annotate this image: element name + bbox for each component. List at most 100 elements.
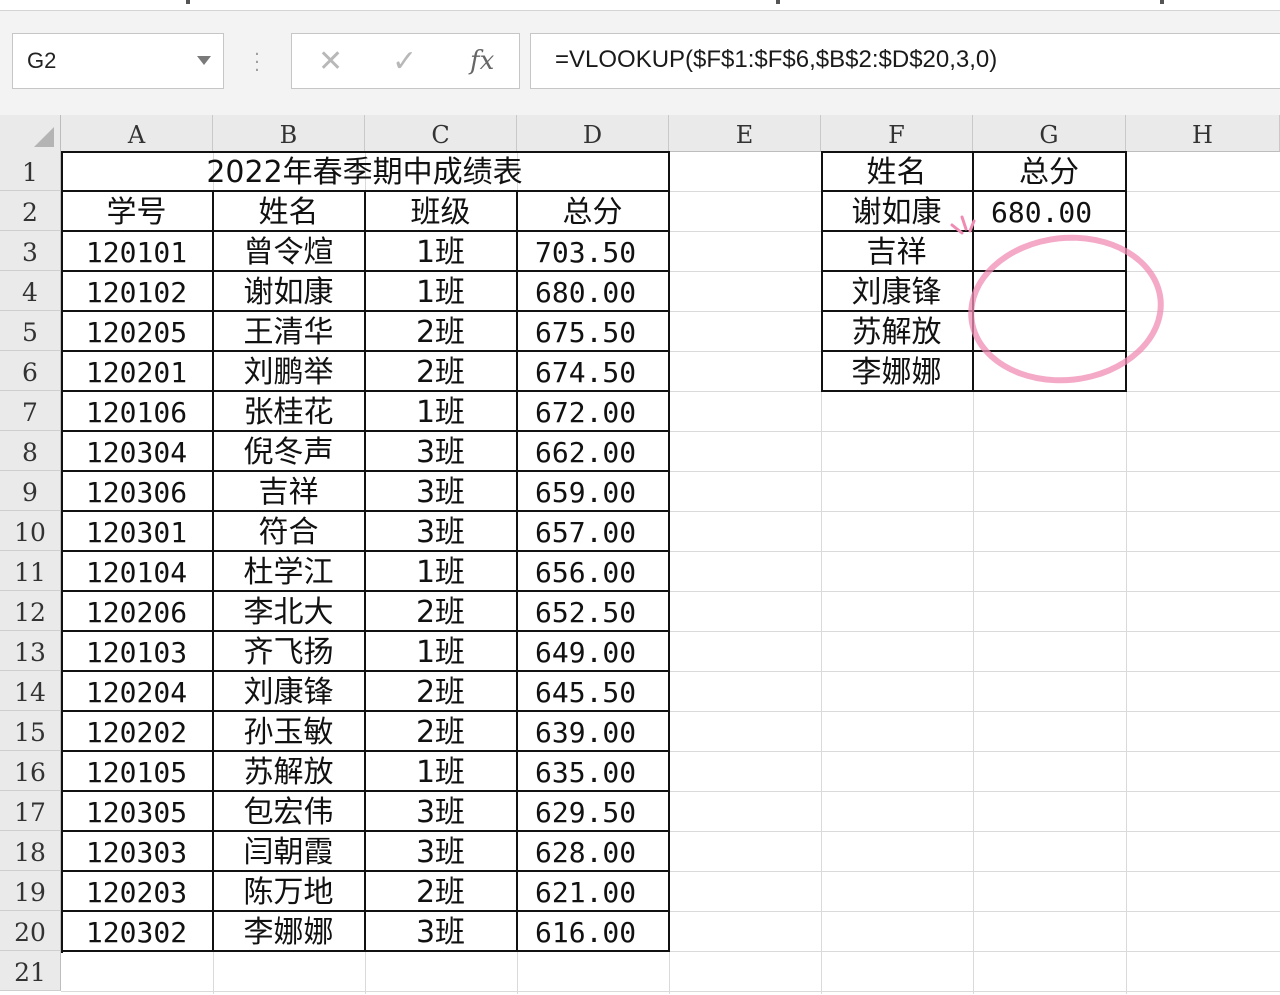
table-cell[interactable]: 2班 xyxy=(365,671,518,712)
lookup-cell[interactable] xyxy=(973,231,1127,272)
row-header-14[interactable]: 14 xyxy=(0,671,61,711)
table-cell[interactable]: 659.00 xyxy=(517,471,670,512)
name-box[interactable]: G2 xyxy=(12,33,224,89)
row-header-3[interactable]: 3 xyxy=(0,231,61,271)
table-cell[interactable]: 628.00 xyxy=(517,831,670,872)
table-cell[interactable]: 苏解放 xyxy=(213,751,366,792)
table-header-cell[interactable]: 学号 xyxy=(61,191,214,232)
table-cell[interactable]: 3班 xyxy=(365,511,518,552)
name-box-value[interactable]: G2 xyxy=(27,48,56,74)
row-header-11[interactable]: 11 xyxy=(0,551,61,591)
table-cell[interactable]: 杜学江 xyxy=(213,551,366,592)
row-header-12[interactable]: 12 xyxy=(0,591,61,631)
table-cell[interactable]: 3班 xyxy=(365,431,518,472)
table-cell[interactable]: 张桂花 xyxy=(213,391,366,432)
table-header-cell[interactable]: 总分 xyxy=(517,191,670,232)
lookup-header-cell[interactable]: 总分 xyxy=(973,151,1127,192)
column-header-e[interactable]: E xyxy=(669,115,821,151)
spreadsheet-grid[interactable]: ABCDEFGH 1 2 3 4 5 6 7 8 9 10 11 12 13 14 15 16 17 18 19 20… xyxy=(0,115,1280,994)
formula-text[interactable]: =VLOOKUP($F$1:$F$6,$B$2:$D$20,3,0) xyxy=(555,46,997,74)
select-all-corner[interactable] xyxy=(0,115,61,151)
table-cell[interactable]: 120305 xyxy=(61,791,214,832)
table-header-cell[interactable]: 姓名 xyxy=(213,191,366,232)
table-cell[interactable]: 635.00 xyxy=(517,751,670,792)
column-header-h[interactable]: H xyxy=(1126,115,1280,151)
table-cell[interactable]: 120301 xyxy=(61,511,214,552)
table-cell[interactable]: 1班 xyxy=(365,271,518,312)
row-header-16[interactable]: 16 xyxy=(0,751,61,791)
table-cell[interactable]: 3班 xyxy=(365,471,518,512)
check-icon[interactable]: ✓ xyxy=(392,44,417,79)
table-cell[interactable]: 120206 xyxy=(61,591,214,632)
table-cell[interactable]: 吉祥 xyxy=(213,471,366,512)
table-cell[interactable]: 120102 xyxy=(61,271,214,312)
table-cell[interactable]: 120306 xyxy=(61,471,214,512)
table-cell[interactable]: 齐飞扬 xyxy=(213,631,366,672)
table-cell[interactable]: 629.50 xyxy=(517,791,670,832)
table-cell[interactable]: 3班 xyxy=(365,791,518,832)
row-header-6[interactable]: 6 xyxy=(0,351,61,391)
column-header-c[interactable]: C xyxy=(365,115,517,151)
table-cell[interactable]: 2班 xyxy=(365,871,518,912)
table-cell[interactable]: 1班 xyxy=(365,751,518,792)
table-cell[interactable]: 120304 xyxy=(61,431,214,472)
table-cell[interactable]: 包宏伟 xyxy=(213,791,366,832)
function-icon[interactable]: fx xyxy=(470,46,494,76)
row-header-17[interactable]: 17 xyxy=(0,791,61,831)
table-cell[interactable]: 王清华 xyxy=(213,311,366,352)
row-header-2[interactable]: 2 xyxy=(0,191,61,231)
table-cell[interactable]: 1班 xyxy=(365,231,518,272)
table-cell[interactable]: 3班 xyxy=(365,911,518,952)
table-cell[interactable]: 1班 xyxy=(365,391,518,432)
column-header-f[interactable]: F xyxy=(821,115,973,151)
table-cell[interactable]: 2班 xyxy=(365,711,518,752)
table-cell[interactable]: 675.50 xyxy=(517,311,670,352)
column-header-d[interactable]: D xyxy=(517,115,669,151)
table-cell[interactable]: 680.00 xyxy=(517,271,670,312)
table-cell[interactable]: 谢如康 xyxy=(213,271,366,312)
table-cell[interactable]: 刘康锋 xyxy=(213,671,366,712)
table-cell[interactable]: 120203 xyxy=(61,871,214,912)
cancel-icon[interactable]: ✕ xyxy=(318,44,343,79)
column-header-b[interactable]: B xyxy=(213,115,365,151)
lookup-cell[interactable] xyxy=(973,311,1127,352)
table-cell[interactable]: 120204 xyxy=(61,671,214,712)
table-cell[interactable]: 倪冬声 xyxy=(213,431,366,472)
table-cell[interactable]: 陈万地 xyxy=(213,871,366,912)
lookup-cell[interactable]: 苏解放 xyxy=(821,311,974,352)
table-cell[interactable]: 孙玉敏 xyxy=(213,711,366,752)
table-cell[interactable]: 120202 xyxy=(61,711,214,752)
row-header-4[interactable]: 4 xyxy=(0,271,61,311)
table-cell[interactable]: 672.00 xyxy=(517,391,670,432)
table-title-cell[interactable]: 2022年春季期中成绩表 xyxy=(61,151,670,192)
grip-icon[interactable]: · · · xyxy=(254,46,260,80)
lookup-cell[interactable]: 谢如康 xyxy=(821,191,974,232)
row-header-7[interactable]: 7 xyxy=(0,391,61,431)
row-header-9[interactable]: 9 xyxy=(0,471,61,511)
table-cell[interactable]: 120302 xyxy=(61,911,214,952)
lookup-cell[interactable] xyxy=(973,351,1127,392)
row-header-15[interactable]: 15 xyxy=(0,711,61,751)
table-cell[interactable]: 120205 xyxy=(61,311,214,352)
table-cell[interactable]: 645.50 xyxy=(517,671,670,712)
row-header-21[interactable]: 21 xyxy=(0,951,61,991)
column-header-a[interactable]: A xyxy=(61,115,213,151)
table-cell[interactable]: 120201 xyxy=(61,351,214,392)
chevron-down-icon[interactable] xyxy=(197,56,211,65)
lookup-cell[interactable] xyxy=(973,271,1127,312)
row-header-1[interactable]: 1 xyxy=(0,151,61,191)
table-cell[interactable]: 657.00 xyxy=(517,511,670,552)
row-header-20[interactable]: 20 xyxy=(0,911,61,951)
row-header-19[interactable]: 19 xyxy=(0,871,61,911)
table-cell[interactable]: 闫朝霞 xyxy=(213,831,366,872)
table-cell[interactable]: 621.00 xyxy=(517,871,670,912)
table-cell[interactable]: 674.50 xyxy=(517,351,670,392)
row-header-5[interactable]: 5 xyxy=(0,311,61,351)
row-header-13[interactable]: 13 xyxy=(0,631,61,671)
table-cell[interactable]: 639.00 xyxy=(517,711,670,752)
lookup-cell[interactable]: 吉祥 xyxy=(821,231,974,272)
table-cell[interactable]: 120101 xyxy=(61,231,214,272)
column-header-g[interactable]: G xyxy=(973,115,1126,151)
table-cell[interactable]: 2班 xyxy=(365,591,518,632)
lookup-cell[interactable]: 刘康锋 xyxy=(821,271,974,312)
